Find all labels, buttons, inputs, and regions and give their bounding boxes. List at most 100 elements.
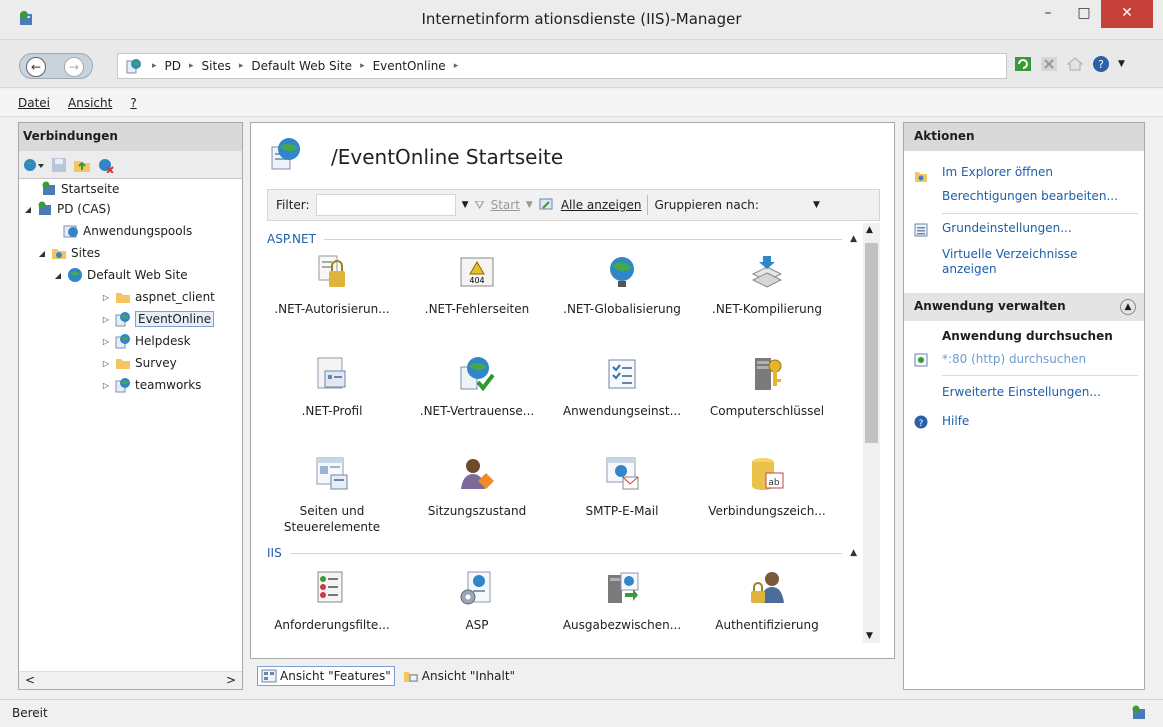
content-view-button[interactable]: Ansicht "Inhalt": [399, 666, 519, 686]
tree-node-helpdesk[interactable]: ▷ Helpdesk: [101, 331, 191, 351]
feature-net-error-pages[interactable]: 404 .NET-Fehlerseiten: [404, 253, 550, 317]
tree-expander[interactable]: ◢: [23, 205, 33, 214]
chevron-down-icon[interactable]: ▼: [813, 200, 820, 210]
tree-node-anwendungspools[interactable]: Anwendungspools: [49, 221, 192, 241]
actions-divider: [942, 213, 1138, 214]
feature-smtp-email[interactable]: SMTP-E-Mail: [549, 455, 695, 519]
scroll-left-button[interactable]: <: [25, 673, 35, 687]
feature-asp[interactable]: ASP: [404, 569, 550, 633]
breadcrumb-item-eventonline[interactable]: EventOnline: [373, 59, 446, 73]
group-header-aspnet[interactable]: ASP.NET ▲: [267, 229, 861, 249]
collapse-icon[interactable]: ▲: [1120, 299, 1136, 315]
minimize-button[interactable]: –: [1031, 0, 1065, 28]
help-icon[interactable]: ?: [1092, 55, 1110, 73]
close-button[interactable]: ✕: [1101, 0, 1153, 28]
feature-pages-controls[interactable]: Seiten und Steuerelemente: [267, 455, 405, 535]
svg-text:?: ?: [919, 419, 924, 429]
action-browse-http[interactable]: *:80 (http) durchsuchen: [942, 352, 1086, 367]
manage-app-header[interactable]: Anwendung verwalten ▲: [904, 293, 1144, 321]
features-vscrollbar[interactable]: ▲ ▼: [863, 223, 880, 643]
svg-text:404: 404: [469, 276, 484, 285]
web-app-icon: [115, 334, 130, 349]
chevron-down-icon[interactable]: ▼: [462, 200, 469, 210]
feature-net-globalization[interactable]: .NET-Globalisierung: [549, 253, 695, 317]
feature-connection-strings[interactable]: ab Verbindungszeich...: [694, 455, 840, 519]
menu-ansicht[interactable]: Ansicht: [68, 96, 112, 110]
menu-datei[interactable]: Datei: [18, 96, 50, 110]
action-advanced-settings[interactable]: Erweiterte Einstellungen...: [942, 385, 1101, 400]
group-header-iis[interactable]: IIS ▲: [267, 543, 861, 563]
connections-hscrollbar[interactable]: < >: [19, 671, 242, 689]
tree-node-teamworks[interactable]: ▷ teamworks: [101, 375, 201, 395]
forward-button[interactable]: →: [64, 57, 84, 77]
feature-authentication[interactable]: Authentifizierung: [694, 569, 840, 633]
back-button[interactable]: ←: [26, 57, 46, 77]
breadcrumb-item-default-web-site[interactable]: Default Web Site: [251, 59, 352, 73]
feature-machine-key[interactable]: Computerschlüssel: [694, 355, 840, 419]
action-open-explorer[interactable]: Im Explorer öffnen: [942, 165, 1053, 180]
browse-icon: [914, 353, 928, 367]
server-icon: [42, 181, 55, 195]
window-title: Internetinform ationsdienste (IIS)-Manag…: [421, 10, 742, 28]
tree-node-aspnet-client[interactable]: ▷ aspnet_client: [101, 287, 215, 307]
feature-app-settings[interactable]: Anwendungseinst...: [549, 355, 695, 419]
asp-gear-icon: [460, 571, 491, 605]
chevron-down-icon[interactable]: ▼: [866, 631, 873, 641]
tree-node-default-web-site[interactable]: ◢ Default Web Site: [53, 265, 188, 285]
chevron-down-icon[interactable]: ▼: [1118, 59, 1125, 69]
breadcrumb-item-sites[interactable]: Sites: [202, 59, 231, 73]
tree-expander[interactable]: ▷: [101, 315, 111, 324]
connect-icon[interactable]: [23, 157, 45, 173]
database-icon: ab: [752, 458, 784, 490]
refresh-icon[interactable]: [1014, 55, 1032, 73]
menu-help[interactable]: ?: [130, 96, 136, 110]
group-by-dropdown[interactable]: Gruppieren nach:: [654, 198, 758, 212]
connections-title: Verbindungen: [19, 123, 242, 151]
title-bar: Internetinform ationsdienste (IIS)-Manag…: [0, 0, 1163, 40]
features-view-icon: [261, 669, 277, 683]
folder-up-icon[interactable]: [73, 157, 91, 173]
feature-net-compilation[interactable]: .NET-Kompilierung: [694, 253, 840, 317]
tree-expander[interactable]: ◢: [37, 249, 47, 258]
collapse-icon[interactable]: ▲: [850, 548, 857, 558]
action-edit-permissions[interactable]: Berechtigungen bearbeiten...: [942, 189, 1118, 204]
tree-expander[interactable]: ▷: [101, 359, 111, 368]
chevron-up-icon[interactable]: ▲: [866, 225, 873, 235]
feature-request-filtering[interactable]: Anforderungsfilte...: [267, 569, 405, 633]
tree-node-sites[interactable]: ◢ Sites: [37, 243, 100, 263]
explorer-folder-icon: [915, 172, 927, 182]
feature-net-trust-levels[interactable]: .NET-Vertrauense...: [404, 355, 550, 419]
tree-node-pd-cas[interactable]: ◢ PD (CAS): [23, 199, 111, 219]
disconnect-icon[interactable]: [97, 157, 115, 173]
tree-expander[interactable]: ▷: [101, 293, 111, 302]
tree-node-survey[interactable]: ▷ Survey: [101, 353, 177, 373]
scroll-right-button[interactable]: >: [226, 673, 236, 687]
tree-expander[interactable]: ▷: [101, 337, 111, 346]
feature-session-state[interactable]: Sitzungszustand: [404, 455, 550, 519]
maximize-button[interactable]: □: [1067, 0, 1101, 28]
filter-input[interactable]: [315, 194, 456, 216]
stop-icon[interactable]: [1040, 55, 1058, 73]
feature-output-caching[interactable]: Ausgabezwischen...: [549, 569, 695, 633]
save-icon[interactable]: [51, 157, 67, 173]
status-bar: Bereit: [0, 699, 1163, 727]
feature-net-profile[interactable]: .NET-Profil: [267, 355, 405, 419]
breadcrumb-item-pd[interactable]: PD: [165, 59, 181, 73]
show-all-button[interactable]: Alle anzeigen: [561, 198, 642, 212]
scroll-thumb[interactable]: [865, 243, 878, 443]
collapse-icon[interactable]: ▲: [850, 234, 857, 244]
home-icon[interactable]: [1066, 55, 1084, 73]
tree-node-eventonline[interactable]: ▷ EventOnline: [101, 309, 215, 329]
chevron-down-icon[interactable]: ▼: [526, 200, 533, 210]
feature-net-authorization[interactable]: .NET-Autorisierun...: [267, 253, 405, 317]
action-view-virtual-dirs[interactable]: Virtuelle Verzeichnisse anzeigen: [942, 247, 1132, 277]
tree-node-startseite[interactable]: Startseite: [27, 179, 119, 199]
breadcrumb[interactable]: ▸ PD ▸ Sites ▸ Default Web Site ▸ EventO…: [117, 53, 1007, 79]
action-help[interactable]: Hilfe: [942, 414, 969, 429]
tree-expander[interactable]: ▷: [101, 381, 111, 390]
start-button[interactable]: Start: [491, 198, 520, 212]
features-view-button[interactable]: Ansicht "Features": [257, 666, 395, 686]
action-basic-settings[interactable]: Grundeinstellungen...: [942, 221, 1072, 236]
tree-expander[interactable]: ◢: [53, 271, 63, 280]
output-cache-icon: [608, 572, 639, 603]
